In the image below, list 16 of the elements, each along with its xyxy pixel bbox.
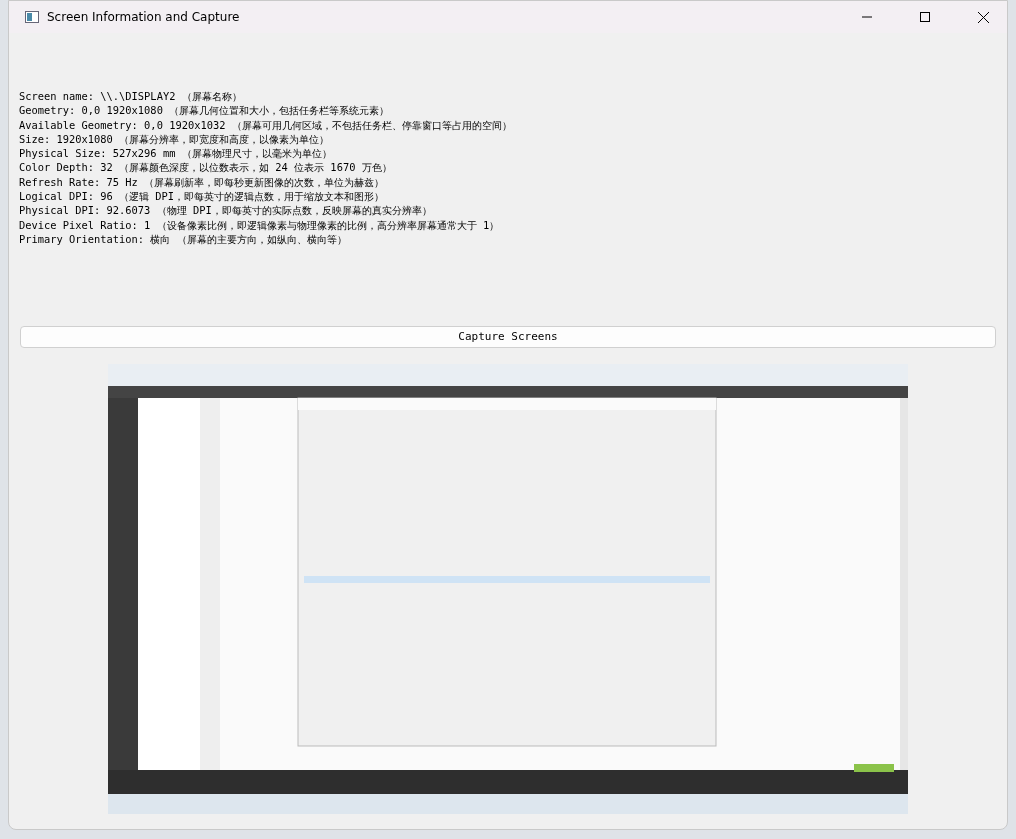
info-line: Logical DPI: 96 （逻辑 DPI，即每英寸的逻辑点数，用于缩放文本和图形） <box>19 189 386 204</box>
info-line: Geometry: 0,0 1920x1080 （屏幕几何位置和大小，包括任务栏等系统元素） <box>19 103 391 118</box>
info-line: Available Geometry: 0,0 1920x1032 （屏幕可用几何区域，不包括任务栏、停靠窗口等占用的空间） <box>19 117 513 132</box>
info-line: Screen name: \\.\DISPLAY2 （屏幕名称） <box>19 89 243 104</box>
capture-button[interactable]: Capture Screens <box>20 326 996 349</box>
maximize-icon[interactable] <box>920 12 930 22</box>
app-icon <box>25 11 39 23</box>
info-line: Physical DPI: 92.6073 （物理 DPI，即每英寸的实际点数，反映屏幕的真实分辨率） <box>19 203 433 218</box>
close-icon[interactable] <box>978 11 989 23</box>
info-line: Color Depth: 32 （屏幕颜色深度，以位数表示，如 24 位表示 1670 万色） <box>19 160 393 175</box>
info-line: Primary Orientation: 横向 （屏幕的主要方向，如纵向、横向等） <box>19 231 348 247</box>
info-line: Size: 1920x1080 （屏幕分辨率，即宽度和高度，以像素为单位） <box>19 131 331 147</box>
info-line: Refresh Rate: 75 Hz （屏幕刷新率，即每秒更新图像的次数，单位为赫兹） <box>19 174 386 190</box>
info-line: Device Pixel Ratio: 1 （设备像素比例，即逻辑像素与物理像素的比例，高分辨率屏幕通常大于 1） <box>19 217 501 232</box>
info-line: Physical Size: 527x296 mm （屏幕物理尺寸，以毫米为单位） <box>19 146 333 161</box>
window-title: Screen Information and Capture <box>47 9 240 26</box>
